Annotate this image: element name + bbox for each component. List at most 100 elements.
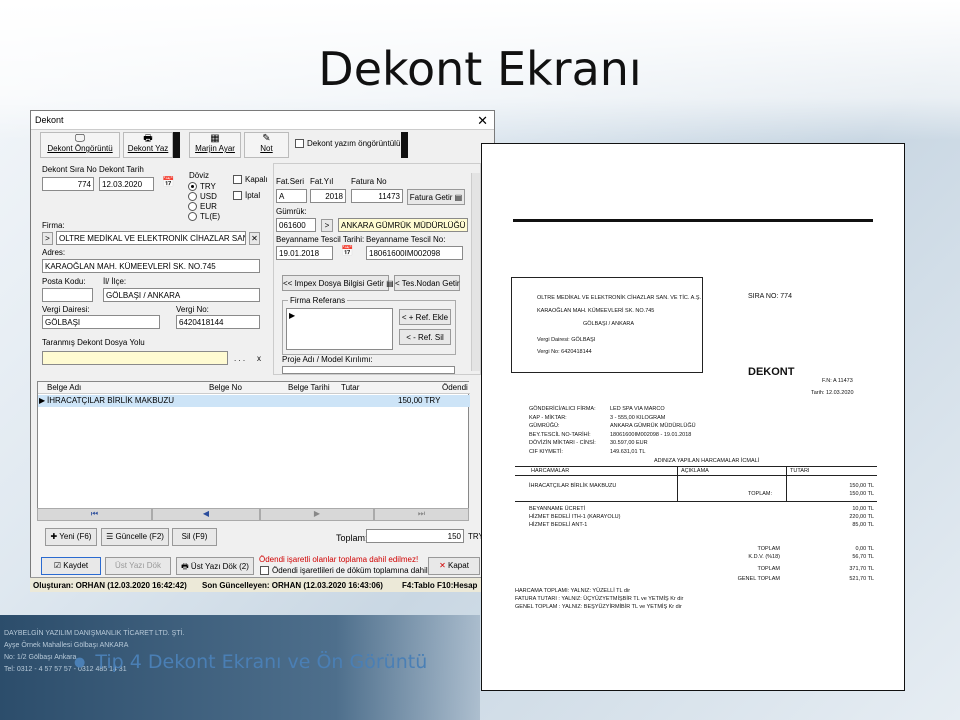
total-amount: 0,00 TL	[855, 546, 874, 552]
service-amount: 220,00 TL	[849, 514, 874, 520]
ust-yazi-dok-button[interactable]: Üst Yazı Dök	[105, 557, 171, 575]
footer-line: HARCAMA TOPLAMI: YALNIZ: YÜZELLİ TL dir	[515, 588, 631, 594]
nav-prev-icon[interactable]: ◀	[152, 508, 260, 521]
total-label: K.D.V. (%18)	[748, 554, 780, 560]
il-label: İl/ İlçe:	[103, 277, 127, 286]
info-value: LED SPA VIA MARCO	[610, 406, 665, 412]
dekont-preview: OLTRE MEDİKAL VE ELEKTRONİK CİHAZLAR SAN…	[481, 143, 905, 691]
firma-lookup-button[interactable]: >	[42, 232, 53, 245]
total-amount: 371,70 TL	[849, 566, 874, 572]
info-label: GÜMRÜĞÜ:	[529, 423, 560, 429]
print-button[interactable]: 🖶 Dekont Yaz	[123, 132, 173, 158]
note-button[interactable]: ✎ Not	[244, 132, 289, 158]
print-preview-label: Dekont yazım öngörüntülü	[307, 139, 401, 148]
bullet-text: Tip 4 Dekont Ekranı ve Ön Görüntü	[95, 651, 428, 673]
nav-next-icon[interactable]: ▶	[260, 508, 374, 521]
total-label: TOPLAM	[757, 566, 780, 572]
tes-button[interactable]: < Tes.Nodan Getir	[394, 275, 460, 291]
vd-field[interactable]: GÖLBAŞI	[42, 315, 160, 329]
slide-bullet: ● Tip 4 Dekont Ekranı ve Ön Görüntü	[74, 651, 428, 673]
currency-label: EUR	[200, 202, 217, 211]
vno-field[interactable]: 6420418144	[176, 315, 260, 329]
posta-field[interactable]	[42, 288, 93, 302]
add-icon: ✚	[50, 532, 58, 541]
toplam-label: Toplam:	[336, 533, 368, 543]
radio-usd[interactable]	[188, 192, 197, 201]
slide-title: Dekont Ekranı	[318, 42, 642, 96]
fatura-getir-button[interactable]: Fatura Getir ▤	[407, 189, 465, 205]
proje-field[interactable]	[282, 366, 455, 374]
clear-path-icon[interactable]: x	[257, 354, 261, 363]
print-preview-checkbox[interactable]	[295, 139, 304, 148]
kaydet-button[interactable]: ☑ Kaydet	[41, 557, 101, 575]
nav-first-icon[interactable]: ⏮	[37, 508, 152, 521]
iptal-checkbox[interactable]	[233, 191, 242, 200]
firma-ref-list[interactable]: ▶	[286, 308, 393, 350]
bg-line: DAYBELGİN YAZILIM DANIŞMANLIK TİCARET LT…	[4, 630, 185, 637]
info-value: 149.631,01 TL	[610, 448, 646, 455]
info-value: 3 - 555,00 KILOGRAM	[610, 414, 666, 421]
expense-name: İHRACATÇILAR BİRLİK MAKBUZU	[529, 483, 617, 489]
ust-yazi-dok2-button[interactable]: 🖶 Üst Yazı Dök (2)	[176, 557, 254, 575]
guncelle-button[interactable]: ☰ Güncelle (F2)	[101, 528, 169, 546]
fat-seri-field[interactable]: A	[276, 189, 307, 203]
sil-button[interactable]: Sil (F9)	[172, 528, 217, 546]
gumruk-label: Gümrük:	[276, 207, 307, 216]
total-amount: 56,70 TL	[852, 554, 874, 560]
monitor-icon: 🖵	[75, 133, 85, 144]
yeni-button[interactable]: ✚ Yeni (F6)	[45, 528, 97, 546]
info-label: BEY.TESCİL NO-TARİHİ:	[529, 431, 591, 438]
il-field[interactable]: GÖLBAŞI / ANKARA	[103, 288, 260, 302]
grid-icon: ▦	[210, 133, 220, 144]
beyan-tarih-field[interactable]: 19.01.2018	[276, 246, 333, 260]
doc-heading: DEKONT	[748, 366, 795, 378]
vno-label: Vergi No:	[176, 305, 209, 314]
fat-yil-label: Fat.Yıl	[310, 177, 334, 186]
preview-button[interactable]: 🖵 Dekont Öngörüntü	[40, 132, 120, 158]
bg-line: No: 1/2 Gölbaşı Ankara	[4, 654, 77, 661]
taranmis-field[interactable]	[42, 351, 228, 365]
odendi-checkbox[interactable]	[260, 566, 269, 575]
doc-sira-no: SIRA NO: 774	[748, 293, 792, 300]
service-name: HİZMET BEDELİ ANT-1	[529, 522, 588, 528]
browse-button[interactable]: . . .	[234, 354, 245, 363]
beyan-no-field[interactable]: 18061600IM002098	[366, 246, 463, 260]
sira-no-field[interactable]: 774	[42, 177, 94, 191]
calendar-icon[interactable]: 📅	[162, 177, 174, 188]
ref-sil-button[interactable]: < - Ref. Sil	[399, 329, 451, 345]
total-amount: 521,70 TL	[849, 576, 874, 582]
fat-yil-field[interactable]: 2018	[310, 189, 346, 203]
fat-no-field[interactable]: 11473	[351, 189, 403, 203]
panel-scrollbar[interactable]	[471, 173, 480, 371]
close-icon[interactable]: ✕	[477, 113, 488, 129]
radio-eur[interactable]	[188, 202, 197, 211]
ref-ekle-button[interactable]: < + Ref. Ekle	[399, 309, 451, 325]
impex-button[interactable]: << Impex Dosya Bilgisi Getir ▤	[282, 275, 394, 291]
gumruk-kod-field[interactable]: 061600	[276, 218, 316, 232]
belge-grid: Belge Adı Belge No Belge Tarihi Tutar Öd…	[37, 381, 470, 509]
table-row[interactable]: ▶ İHRACATÇILAR BİRLİK MAKBUZU 150,00 TRY	[38, 395, 470, 407]
kapali-checkbox[interactable]	[233, 175, 242, 184]
check-icon: ☑	[53, 561, 62, 570]
toolbar-dropdown[interactable]	[401, 132, 408, 158]
currency-label: TL(E)	[200, 212, 220, 221]
col-header: Belge Tarihi	[288, 383, 330, 392]
radio-tle[interactable]	[188, 212, 197, 221]
bg-line: Ayşe Örnek Mahallesi Gölbaşı ANKARA	[4, 642, 129, 649]
firma-field[interactable]: OLTRE MEDİKAL VE ELEKTRONİK CİHAZLAR SAN…	[56, 231, 246, 245]
margin-button[interactable]: ▦ Marjin Ayar	[189, 132, 241, 158]
doc-city: GÖLBAŞI / ANKARA	[583, 321, 635, 327]
radio-try[interactable]	[188, 182, 197, 191]
print-dropdown[interactable]	[173, 132, 180, 158]
doc-col: TUTARI	[790, 468, 810, 474]
gumruk-lookup-button[interactable]: >	[321, 219, 333, 232]
calendar-icon[interactable]: 📅	[341, 246, 353, 257]
adres-field[interactable]: KARAOĞLAN MAH. KÜMEEVLERİ SK. NO.745	[42, 259, 260, 273]
tarih-field[interactable]: 12.03.2020	[99, 177, 154, 191]
nav-last-icon[interactable]: ⏭	[374, 508, 469, 521]
kapat-button[interactable]: ✕ Kapat	[428, 557, 480, 575]
clear-firma-icon[interactable]: ✕	[249, 232, 260, 245]
subtotal-label: TOPLAM:	[748, 491, 773, 497]
doc-address: KARAOĞLAN MAH. KÜMEEVLERİ SK. NO.745	[537, 308, 655, 314]
doc-tarih: Tarih: 12.03.2020	[811, 390, 854, 396]
